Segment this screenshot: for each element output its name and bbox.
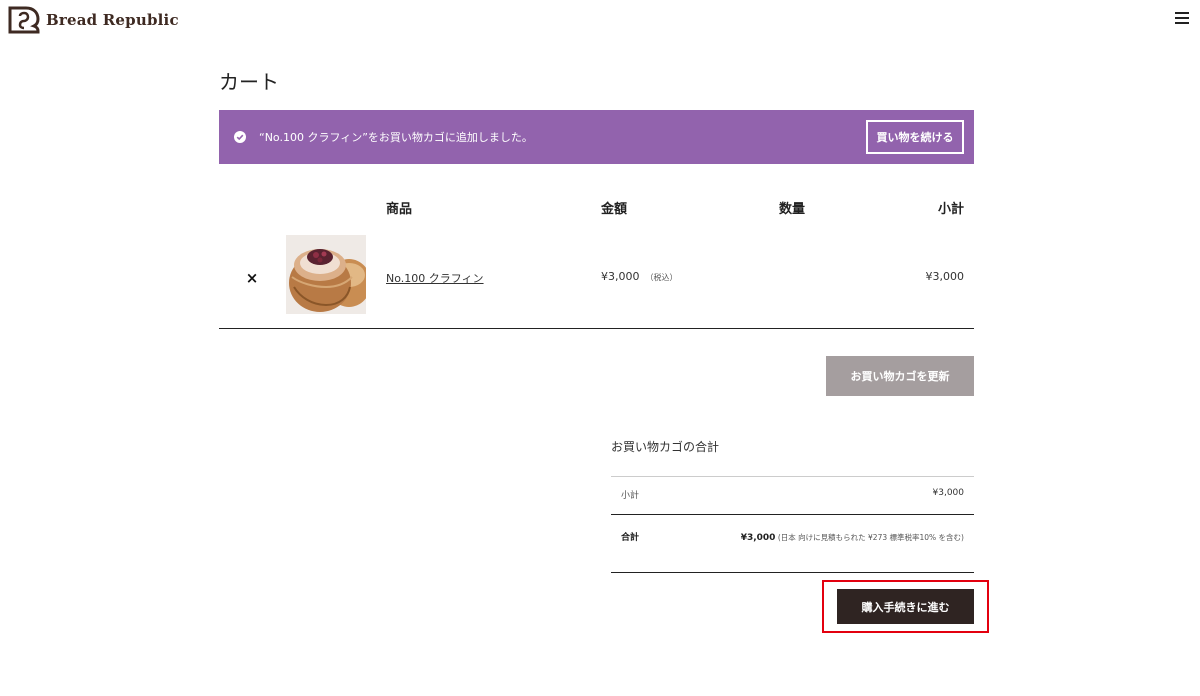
totals-divider <box>611 514 974 515</box>
bread-republic-logo-icon <box>8 6 40 34</box>
added-to-cart-notice: “No.100 クラフィン”をお買い物カゴに追加しました。 買い物を続ける <box>219 110 974 164</box>
row-subtotal: ¥3,000 <box>925 270 965 283</box>
remove-item-icon[interactable]: × <box>245 270 259 286</box>
tax-included-note: （税込） <box>645 273 678 282</box>
column-header-quantity: 数量 <box>779 202 806 217</box>
total-tax-note: (日本 向けに見積もられた ¥273 標準税率10% を含む) <box>777 533 964 542</box>
notice-message: “No.100 クラフィン”をお買い物カゴに追加しました。 <box>259 131 533 144</box>
table-divider <box>219 328 974 329</box>
site-logo[interactable]: Bread Republic <box>8 6 179 34</box>
price-value: ¥3,000 <box>601 270 640 283</box>
totals-total-value: ¥3,000 (日本 向けに見積もられた ¥273 標準税率10% を含む) <box>730 530 964 546</box>
hamburger-menu-icon[interactable] <box>1175 12 1189 24</box>
totals-total-label: 合計 <box>621 533 640 543</box>
cart-totals-title: お買い物カゴの合計 <box>611 440 720 454</box>
column-header-product: 商品 <box>386 202 413 217</box>
logo-text: Bread Republic <box>46 11 179 29</box>
column-header-subtotal: 小計 <box>937 202 964 217</box>
totals-divider <box>611 476 974 477</box>
product-thumbnail[interactable] <box>286 235 366 314</box>
totals-subtotal-value: ¥3,000 <box>932 488 965 498</box>
check-circle-icon <box>234 131 246 143</box>
update-cart-button[interactable]: お買い物カゴを更新 <box>826 356 974 396</box>
product-price: ¥3,000 （税込） <box>601 270 678 283</box>
column-header-price: 金額 <box>601 202 628 217</box>
product-name-link[interactable]: No.100 クラフィン <box>386 270 484 286</box>
totals-divider <box>611 572 974 573</box>
site-header: Bread Republic <box>0 0 1200 46</box>
totals-subtotal-label: 小計 <box>621 491 640 501</box>
proceed-to-checkout-button[interactable]: 購入手続きに進む <box>837 589 974 624</box>
continue-shopping-button[interactable]: 買い物を続ける <box>866 120 964 154</box>
total-amount: ¥3,000 <box>740 533 776 543</box>
page-title: カート <box>219 70 279 94</box>
